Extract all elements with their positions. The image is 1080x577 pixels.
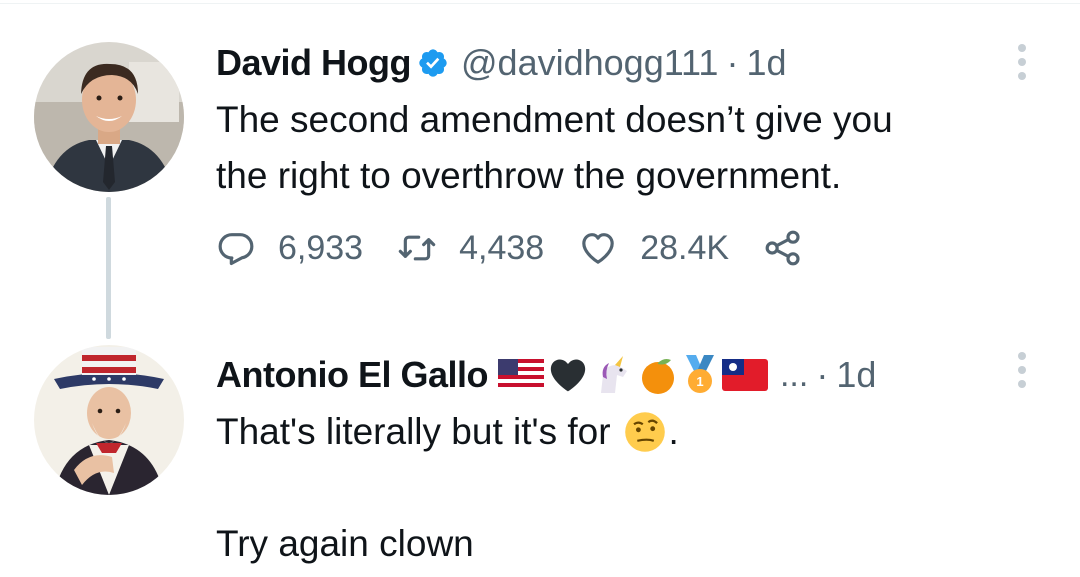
author-name[interactable]: David Hogg xyxy=(216,42,412,84)
reply-text-part: That's literally but it's for xyxy=(216,411,611,452)
like-count: 28.4K xyxy=(640,228,730,267)
unicorn-emoji xyxy=(592,355,634,395)
name-emoji-list: 1 xyxy=(497,355,772,395)
black-heart-emoji xyxy=(548,357,588,393)
svg-text:1: 1 xyxy=(696,374,703,389)
like-icon xyxy=(582,233,614,264)
tangerine-emoji xyxy=(638,355,678,395)
more-icon[interactable] xyxy=(1016,44,1028,86)
reply-text-line: Try again clown xyxy=(216,523,474,564)
retweet-button[interactable]: 4,438 xyxy=(397,228,544,268)
thread-connector-line xyxy=(106,197,111,339)
tweet-text: The second amendment doesn’t give you th… xyxy=(216,92,893,204)
reply-header: Antonio El Gallo 1 ... · 1d xyxy=(216,354,876,396)
name-ellipsis: ... xyxy=(779,355,809,394)
verified-badge-icon xyxy=(417,47,449,79)
avatar-image xyxy=(34,345,184,495)
share-icon xyxy=(765,230,800,266)
reply-button[interactable]: 6,933 xyxy=(216,228,363,268)
top-divider xyxy=(0,3,1080,4)
retweet-count: 4,438 xyxy=(459,228,545,267)
separator-dot: · xyxy=(816,354,829,395)
first-place-medal-emoji: 1 xyxy=(682,355,718,395)
taiwan-flag-emoji xyxy=(721,359,768,391)
tweet-text-line: the right to overthrow the government. xyxy=(216,155,842,196)
us-flag-emoji xyxy=(497,359,544,391)
share-button[interactable] xyxy=(763,228,825,268)
reply-more-icon[interactable] xyxy=(1016,352,1028,394)
tweet-text-line: The second amendment doesn’t give you xyxy=(216,99,893,140)
tweet-actions: 6,933 4,438 28.4K xyxy=(216,228,859,268)
reply-count: 6,933 xyxy=(278,228,364,267)
avatar-antonio-el-gallo[interactable] xyxy=(34,345,184,495)
tweet-timestamp[interactable]: 1d xyxy=(746,42,786,84)
retweet-icon xyxy=(398,235,436,261)
reply-author-name[interactable]: Antonio El Gallo xyxy=(216,354,488,396)
author-handle[interactable]: @davidhogg111 xyxy=(461,42,718,84)
reply-text-period: . xyxy=(668,411,679,452)
avatar-david-hogg[interactable] xyxy=(34,42,184,192)
avatar-image xyxy=(34,42,184,192)
like-button[interactable]: 28.4K xyxy=(578,228,729,268)
reply-text-blank-line xyxy=(216,460,679,516)
separator-dot: · xyxy=(726,42,739,83)
reply-text-line: That's literally but it's for . xyxy=(216,404,679,460)
reply-text: That's literally but it's for . Try agai… xyxy=(216,404,679,572)
tweet-header: David Hogg @davidhogg111 · 1d xyxy=(216,42,786,84)
face-with-raised-eyebrow-emoji xyxy=(623,410,667,454)
reply-icon xyxy=(218,233,254,266)
reply-timestamp[interactable]: 1d xyxy=(836,354,876,396)
